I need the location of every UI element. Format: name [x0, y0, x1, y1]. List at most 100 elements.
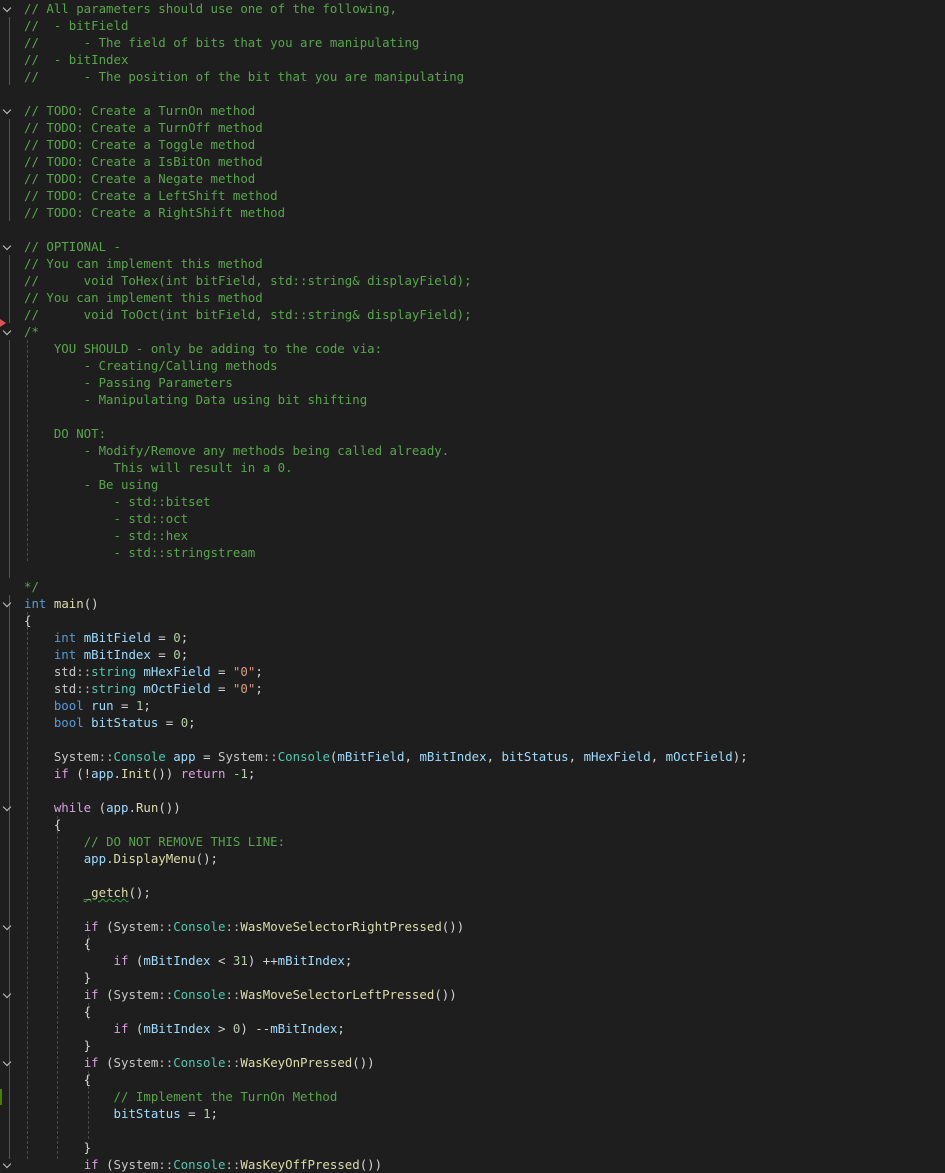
- code-line[interactable]: // You can implement this method: [0, 289, 945, 306]
- code-line[interactable]: int mBitField = 0;: [0, 629, 945, 646]
- code-line[interactable]: System::Console app = System::Console(mB…: [0, 748, 945, 765]
- code-line[interactable]: DO NOT:: [0, 425, 945, 442]
- code-line[interactable]: std::string mHexField = "0";: [0, 663, 945, 680]
- code-line[interactable]: [0, 901, 945, 918]
- code-line[interactable]: [0, 85, 945, 102]
- fold-chevron-icon[interactable]: [2, 1057, 12, 1067]
- code-line[interactable]: [0, 561, 945, 578]
- code-line[interactable]: // TODO: Create a LeftShift method: [0, 187, 945, 204]
- code-line[interactable]: }: [0, 1037, 945, 1054]
- code-text: // All parameters should use one of the …: [24, 0, 397, 17]
- code-line[interactable]: {: [0, 935, 945, 952]
- code-line[interactable]: */: [0, 578, 945, 595]
- code-line[interactable]: _getch();: [0, 884, 945, 901]
- code-line[interactable]: [0, 221, 945, 238]
- code-line[interactable]: }: [0, 1139, 945, 1156]
- code-line[interactable]: // TODO: Create a IsBitOn method: [0, 153, 945, 170]
- fold-chevron-icon[interactable]: [2, 326, 12, 336]
- code-line[interactable]: // TODO: Create a Toggle method: [0, 136, 945, 153]
- code-token: run: [91, 698, 114, 713]
- code-line[interactable]: if (mBitIndex > 0) --mBitIndex;: [0, 1020, 945, 1037]
- code-line[interactable]: // OPTIONAL -: [0, 238, 945, 255]
- code-line[interactable]: // - The position of the bit that you ar…: [0, 68, 945, 85]
- code-line[interactable]: if (!app.Init()) return -1;: [0, 765, 945, 782]
- code-line[interactable]: if (System::Console::WasKeyOnPressed()): [0, 1054, 945, 1071]
- code-token: // TODO: Create a TurnOn method: [24, 103, 256, 118]
- code-line[interactable]: [0, 731, 945, 748]
- code-line[interactable]: // TODO: Create a TurnOn method: [0, 102, 945, 119]
- code-line[interactable]: /*: [0, 323, 945, 340]
- fold-chevron-icon[interactable]: [2, 598, 12, 608]
- code-line[interactable]: while (app.Run()): [0, 799, 945, 816]
- code-text: if (mBitIndex > 0) --mBitIndex;: [24, 1020, 345, 1037]
- code-text: _getch();: [24, 884, 151, 901]
- code-line[interactable]: // void ToHex(int bitField, std::string&…: [0, 272, 945, 289]
- code-editor[interactable]: // All parameters should use one of the …: [0, 0, 945, 1172]
- code-token: }: [24, 1140, 92, 1155]
- code-line[interactable]: {: [0, 612, 945, 629]
- fold-chevron-icon[interactable]: [2, 989, 12, 999]
- code-line[interactable]: if (System::Console::WasMoveSelectorLeft…: [0, 986, 945, 1003]
- code-text: }: [24, 1037, 91, 1054]
- fold-chevron-icon[interactable]: [2, 3, 12, 13]
- code-line[interactable]: // TODO: Create a RightShift method: [0, 204, 945, 221]
- code-line[interactable]: if (System::Console::WasMoveSelectorRigh…: [0, 918, 945, 935]
- code-line[interactable]: // You can implement this method: [0, 255, 945, 272]
- code-line[interactable]: int mBitIndex = 0;: [0, 646, 945, 663]
- code-line[interactable]: bitStatus = 1;: [0, 1105, 945, 1122]
- code-token: mBitField: [83, 630, 151, 645]
- code-line[interactable]: app.DisplayMenu();: [0, 850, 945, 867]
- code-line[interactable]: - Creating/Calling methods: [0, 357, 945, 374]
- code-token: if: [53, 766, 69, 781]
- code-line[interactable]: bool bitStatus = 0;: [0, 714, 945, 731]
- code-line[interactable]: - Be using: [0, 476, 945, 493]
- code-line[interactable]: [0, 867, 945, 884]
- code-line[interactable]: - Passing Parameters: [0, 374, 945, 391]
- code-line[interactable]: YOU SHOULD - only be adding to the code …: [0, 340, 945, 357]
- code-line[interactable]: - Modify/Remove any methods being called…: [0, 442, 945, 459]
- code-line[interactable]: - std::stringstream: [0, 544, 945, 561]
- fold-chevron-icon[interactable]: [2, 921, 12, 931]
- code-line[interactable]: - std::oct: [0, 510, 945, 527]
- code-line[interactable]: // Implement the TurnOn Method: [0, 1088, 945, 1105]
- code-line[interactable]: {: [0, 816, 945, 833]
- code-line[interactable]: bool run = 1;: [0, 697, 945, 714]
- code-line[interactable]: [0, 408, 945, 425]
- code-token: (: [128, 1021, 144, 1036]
- code-text: - Be using: [24, 476, 159, 493]
- code-line[interactable]: {: [0, 1003, 945, 1020]
- code-line[interactable]: std::string mOctField = "0";: [0, 680, 945, 697]
- code-line[interactable]: - Manipulating Data using bit shifting: [0, 391, 945, 408]
- fold-chevron-icon[interactable]: [2, 105, 12, 115]
- fold-chevron-icon[interactable]: [2, 241, 12, 251]
- code-line[interactable]: // - bitIndex: [0, 51, 945, 68]
- fold-chevron-icon[interactable]: [2, 802, 12, 812]
- code-line[interactable]: // All parameters should use one of the …: [0, 0, 945, 17]
- code-text: bool bitStatus = 0;: [24, 714, 196, 731]
- code-token: ::: [225, 1055, 241, 1070]
- code-line[interactable]: - std::bitset: [0, 493, 945, 510]
- code-line[interactable]: }: [0, 969, 945, 986]
- code-line[interactable]: int main(): [0, 595, 945, 612]
- code-text: // - bitField: [24, 17, 128, 34]
- code-line[interactable]: if (mBitIndex < 31) ++mBitIndex;: [0, 952, 945, 969]
- code-line[interactable]: // DO NOT REMOVE THIS LINE:: [0, 833, 945, 850]
- code-line[interactable]: // TODO: Create a TurnOff method: [0, 119, 945, 136]
- code-line[interactable]: This will result in a 0.: [0, 459, 945, 476]
- code-token: std: [53, 664, 77, 679]
- fold-chevron-icon[interactable]: [2, 1159, 12, 1169]
- code-line[interactable]: // - bitField: [0, 17, 945, 34]
- code-token: if: [83, 1055, 99, 1070]
- code-line[interactable]: // TODO: Create a Negate method: [0, 170, 945, 187]
- code-line[interactable]: - std::hex: [0, 527, 945, 544]
- code-line[interactable]: {: [0, 1071, 945, 1088]
- code-text: - std::hex: [24, 527, 189, 544]
- code-line[interactable]: [0, 1122, 945, 1139]
- code-token: ;: [210, 1106, 218, 1121]
- code-line[interactable]: [0, 782, 945, 799]
- code-line[interactable]: // - The field of bits that you are mani…: [0, 34, 945, 51]
- code-line[interactable]: // void ToOct(int bitField, std::string&…: [0, 306, 945, 323]
